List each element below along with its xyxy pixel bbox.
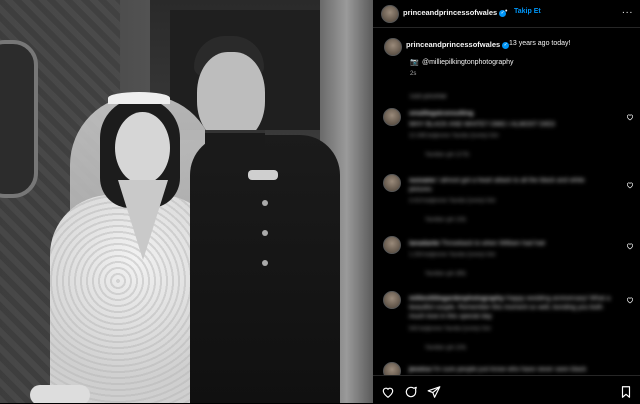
comment-meta: 543 beğenme Yanıtla Çeviriyi Gör: [409, 326, 492, 332]
view-replies[interactable]: Yanıtları gör (173): [425, 152, 469, 158]
more-options-icon[interactable]: ...: [622, 6, 633, 16]
comment-body: Throwback to when William had hair: [441, 240, 546, 247]
comment-username[interactable]: smalllegalconsulting: [409, 110, 473, 117]
action-bar: [373, 375, 640, 404]
header-username[interactable]: princeandprincessofwales ✓: [403, 8, 507, 17]
photo-mirror: [0, 40, 38, 198]
comment-username[interactable]: millieslittlegardenphotography: [409, 295, 504, 302]
photo-bride-face: [115, 112, 170, 184]
view-replies[interactable]: Yanıtları gör (16): [425, 217, 466, 223]
comment-username[interactable]: jessica: [409, 366, 431, 373]
photo-groom-face: [197, 52, 265, 142]
comment-username[interactable]: sussane: [409, 177, 435, 184]
caption-text: 13 years ago today!: [509, 40, 571, 47]
comment-body: I'm sure people just know who have never…: [432, 366, 587, 373]
comment-avatar[interactable]: [383, 174, 401, 192]
comment-meta: 1.234 beğenme Yanıtla Çeviriyi Gör: [409, 252, 496, 258]
camera-emoji: 📷: [410, 59, 419, 66]
comment-like-icon[interactable]: [626, 242, 634, 250]
comment-meta: 3.414 beğenme Yanıtla Çeviriyi Gör: [409, 198, 496, 204]
comment-username[interactable]: lanadante: [409, 240, 439, 247]
caption-avatar[interactable]: [384, 38, 402, 56]
comment-like-icon[interactable]: [626, 181, 634, 189]
comment-avatar[interactable]: [383, 236, 401, 254]
comment-text: jessica I'm sure people just know who ha…: [409, 366, 586, 373]
view-replies[interactable]: Yanıtları gör (85): [425, 271, 466, 277]
avatar[interactable]: [381, 5, 399, 23]
comment-avatar[interactable]: [383, 291, 401, 309]
view-replies[interactable]: Yanıtları gör (24): [425, 345, 466, 351]
caption-username[interactable]: princeandprincessofwales ✓: [406, 40, 510, 49]
photo-wings-badge: [248, 170, 278, 180]
caption-credit-link[interactable]: @milliepilkingtonphotography: [422, 59, 514, 66]
post-header: princeandprincessofwales ✓ • Takip Et ...: [373, 0, 640, 28]
comment-text: sussane I almost got a heart attack to a…: [409, 176, 609, 194]
comment-text: lanadante Throwback to when William had …: [409, 240, 545, 247]
follow-button[interactable]: Takip Et: [514, 8, 541, 15]
comment-avatar[interactable]: [383, 108, 401, 126]
comment-body: I almost got a heart attack to all the b…: [409, 177, 585, 193]
comment-like-icon[interactable]: [626, 113, 634, 121]
photo-collar: [205, 130, 265, 161]
comment-text: WHY BLACK AND WHITE? OMG I ALMOST DIED: [409, 121, 556, 128]
post-photo[interactable]: [0, 0, 373, 403]
post-side-panel: princeandprincessofwales ✓ • Takip Et ...…: [373, 0, 640, 404]
photo-button: [262, 260, 268, 266]
photo-bouquet: [30, 385, 90, 403]
photo-button: [262, 230, 268, 236]
comment-icon[interactable]: [404, 385, 418, 399]
bookmark-icon[interactable]: [619, 385, 633, 399]
hidden-comments-label: Gizli yorumlar: [410, 94, 447, 100]
comment-meta: 12.348 beğenme Yanıtla Çeviriyi Gör: [409, 133, 499, 139]
photo-tiara: [108, 92, 170, 104]
photo-button: [262, 200, 268, 206]
heart-icon[interactable]: [381, 385, 395, 399]
comment-text: millieslittlegardenphotography Happy wed…: [409, 294, 614, 321]
comment-like-icon[interactable]: [626, 296, 634, 304]
share-icon[interactable]: [427, 385, 441, 399]
separator-dot: •: [505, 8, 508, 15]
post-time: 2s: [410, 71, 417, 77]
